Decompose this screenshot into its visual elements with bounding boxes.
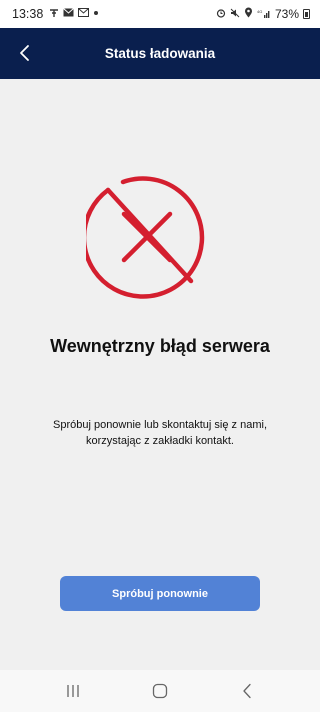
home-icon bbox=[152, 683, 168, 699]
status-bar-left: 13:38 bbox=[12, 7, 99, 21]
mute-icon bbox=[230, 8, 240, 21]
status-bar-right: 4G 73% bbox=[216, 7, 310, 21]
back-button[interactable] bbox=[12, 40, 38, 66]
svg-text:4G: 4G bbox=[257, 9, 262, 14]
main-content: Wewnętrzny błąd serwera Spróbuj ponownie… bbox=[0, 79, 320, 670]
alarm-icon bbox=[216, 8, 226, 21]
dot-icon bbox=[93, 9, 99, 19]
error-title: Wewnętrzny błąd serwera bbox=[50, 336, 270, 356]
system-back-button[interactable] bbox=[227, 676, 267, 706]
retry-button[interactable]: Spróbuj ponownie bbox=[60, 576, 260, 611]
gmail-icon bbox=[78, 8, 90, 20]
home-button[interactable] bbox=[140, 676, 180, 706]
recent-apps-icon bbox=[67, 685, 79, 697]
page-title: Status ładowania bbox=[104, 46, 216, 61]
app-bar: Status ładowania bbox=[0, 28, 320, 79]
signal-t-icon bbox=[49, 8, 59, 21]
battery-percent: 73% bbox=[274, 7, 299, 21]
battery-icon bbox=[303, 9, 310, 19]
system-nav-bar bbox=[0, 670, 320, 712]
mail-icon bbox=[63, 8, 75, 20]
screen: 13:38 4G 73% Status ładowania Wewnętrzny… bbox=[0, 0, 320, 712]
chevron-left-icon bbox=[20, 45, 29, 61]
status-bar: 13:38 4G 73% bbox=[0, 0, 320, 28]
location-icon bbox=[244, 7, 253, 21]
recent-apps-button[interactable] bbox=[53, 676, 93, 706]
error-message: Spróbuj ponownie lub skontaktuj się z na… bbox=[52, 419, 267, 447]
status-time: 13:38 bbox=[12, 7, 44, 21]
back-icon bbox=[242, 683, 251, 699]
error-x-circle-icon bbox=[81, 176, 212, 302]
signal-icon: 4G bbox=[257, 8, 271, 21]
